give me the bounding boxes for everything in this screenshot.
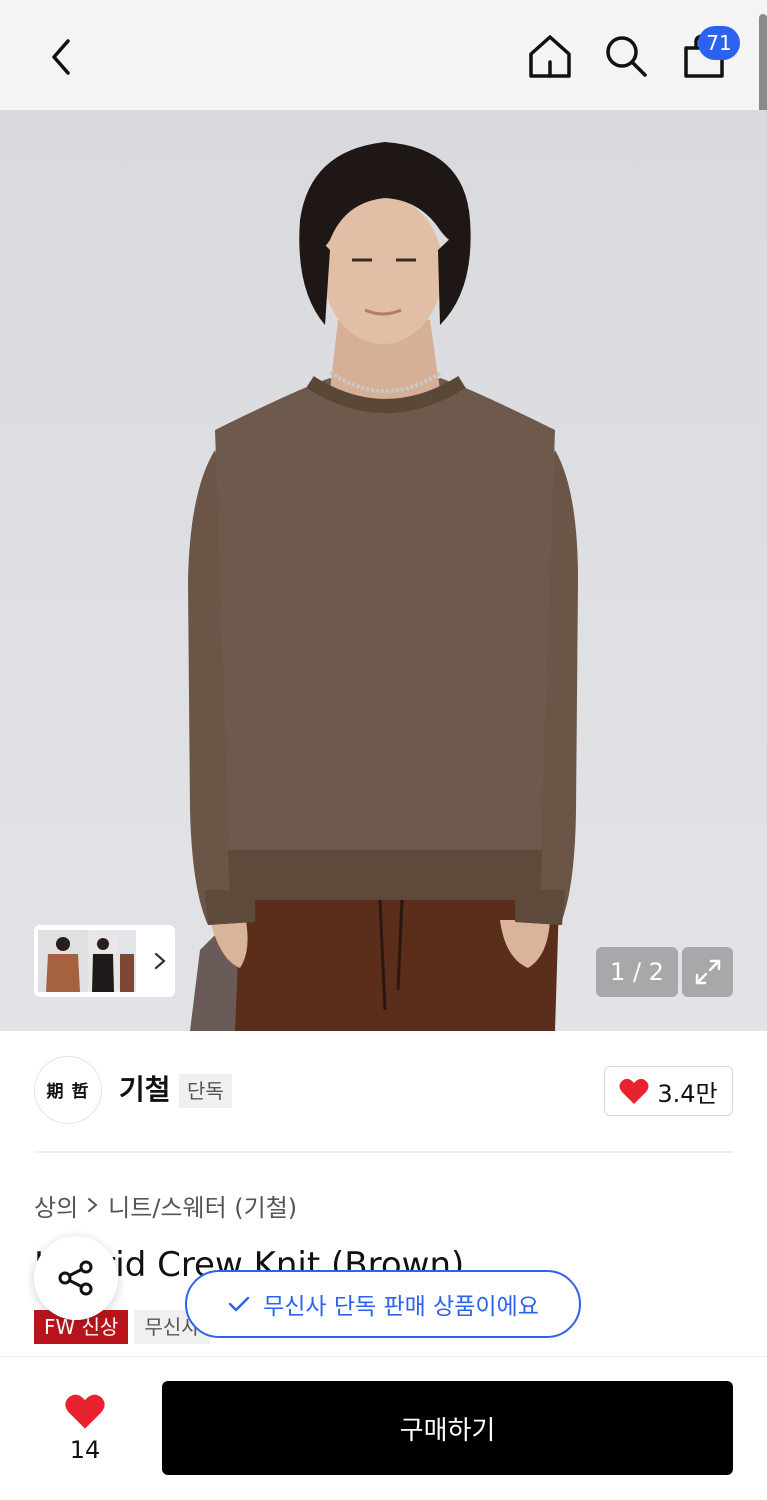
- expand-image-button[interactable]: [682, 947, 733, 997]
- breadcrumb: 상의 니트/스웨터 (기철): [34, 1186, 297, 1224]
- wishlist-button[interactable]: 14: [40, 1378, 130, 1478]
- back-button[interactable]: [34, 30, 88, 84]
- expand-icon: [695, 959, 720, 985]
- wishlist-count: 14: [69, 1436, 101, 1464]
- product-image[interactable]: 1 / 2: [0, 110, 767, 1031]
- toast-message: 무신사 단독 판매 상품이에요: [263, 1294, 539, 1320]
- cart-count-badge: 71: [698, 26, 740, 60]
- exclusive-toast: 무신사 단독 판매 상품이에요: [185, 1270, 581, 1338]
- thumbnail-strip[interactable]: [34, 925, 175, 997]
- section-divider: [34, 1151, 733, 1153]
- heart-icon: [619, 1078, 649, 1104]
- exclusive-badge: 단독: [179, 1074, 232, 1108]
- breadcrumb-category[interactable]: 상의: [34, 1188, 78, 1223]
- thumbnail-1[interactable]: [38, 930, 88, 992]
- thumbnail-3[interactable]: [118, 930, 136, 992]
- thumbnail-image: [118, 930, 136, 992]
- breadcrumb-subcategory[interactable]: 니트/스웨터 (기철): [108, 1188, 297, 1223]
- home-button[interactable]: [522, 28, 578, 84]
- brand-like-count: 3.4만: [657, 1079, 718, 1108]
- heart-icon: [65, 1394, 105, 1429]
- thumbnail-image: [88, 930, 118, 992]
- share-button[interactable]: [34, 1236, 118, 1320]
- check-icon: [228, 1296, 250, 1312]
- thumbnail-2[interactable]: [88, 930, 118, 992]
- share-icon: [58, 1260, 93, 1296]
- chevron-right-icon: [88, 1198, 98, 1212]
- brand-logo[interactable]: 期 哲: [34, 1056, 102, 1124]
- search-button[interactable]: [598, 28, 654, 84]
- brand-like-button[interactable]: 3.4만: [604, 1066, 733, 1116]
- search-icon: [606, 36, 647, 77]
- top-header: 71: [0, 0, 767, 110]
- thumbnail-next-button[interactable]: [149, 930, 171, 992]
- buy-button[interactable]: 구매하기: [162, 1381, 733, 1475]
- model-photo: [188, 142, 578, 1031]
- brand-logo-mark: 期 哲: [46, 1081, 90, 1102]
- chevron-right-icon: [154, 952, 166, 970]
- product-detail-screen: 71 1 / 2 期 哲 기철 단독 3.4만 상의 니트/스웨터 (기철) H…: [0, 0, 767, 1500]
- thumbnail-image: [38, 930, 88, 992]
- image-page-counter: 1 / 2: [596, 947, 678, 997]
- home-icon: [529, 35, 571, 78]
- brand-name[interactable]: 기철: [119, 1070, 171, 1110]
- chevron-left-icon: [52, 39, 70, 75]
